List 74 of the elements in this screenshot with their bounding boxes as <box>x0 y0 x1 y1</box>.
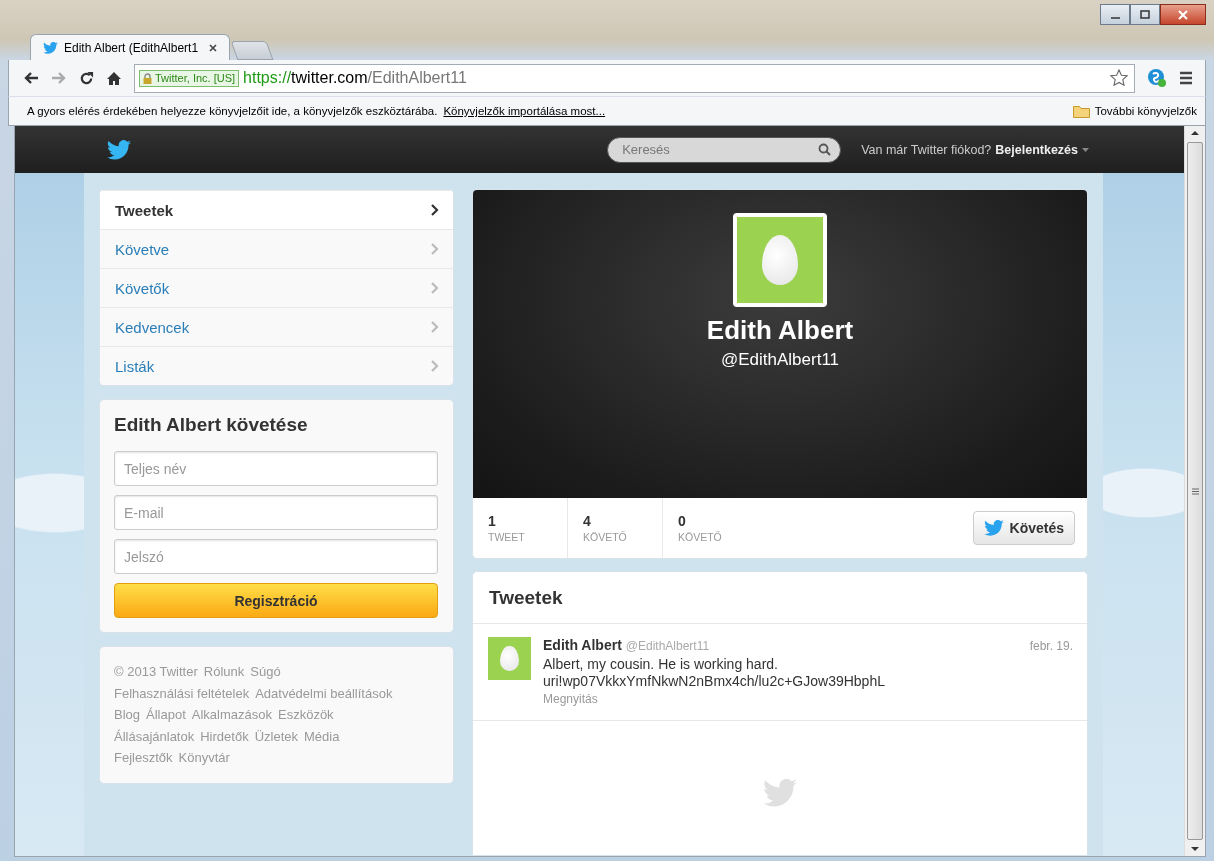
tab-title: Edith Albert (EdithAlbert1 <box>64 40 200 55</box>
menu-icon[interactable] <box>1179 71 1193 85</box>
footer-link[interactable]: Állásajánlatok <box>114 728 195 744</box>
minimize-button[interactable] <box>1100 4 1130 25</box>
footer-link[interactable]: Rólunk <box>203 664 245 679</box>
search-field[interactable]: Keresés <box>607 136 842 163</box>
address-bar[interactable]: Twitter, Inc. [US] https://twitter.com/EdithAlbert11 <box>134 63 1135 93</box>
lock-icon <box>143 72 152 84</box>
folder-icon <box>1072 104 1090 118</box>
bird-icon <box>983 520 1004 536</box>
bird-logo <box>107 139 131 160</box>
section-title: Tweetek <box>473 572 1087 624</box>
input-field[interactable]: E-mail <box>114 495 438 530</box>
footer-link[interactable]: Állapot <box>146 707 186 722</box>
tweet-handle[interactable]: @EdithAlbert11 <box>625 638 710 656</box>
close-icon <box>1177 9 1189 20</box>
nav-item[interactable]: Tweetek <box>100 190 453 229</box>
footer-link[interactable]: Könyvtár <box>178 750 230 765</box>
input-field[interactable]: Teljes név <box>114 451 438 486</box>
search-icon <box>818 142 832 156</box>
chevron-icon <box>431 204 439 216</box>
copyright-text: © 2013 Twitter <box>114 664 198 679</box>
footer-link[interactable]: Média <box>304 728 340 744</box>
import-link[interactable]: Könyvjelzők importálása most... <box>443 105 606 117</box>
footer-link[interactable]: Eszközök <box>278 707 334 722</box>
browser-tab[interactable]: Edith Albert (EdithAlbert1 <box>30 34 230 60</box>
profile-handle: @EdithAlbert11 <box>720 350 840 370</box>
close-icon[interactable] <box>209 43 217 52</box>
chevron-icon <box>431 243 439 255</box>
bookmarks-message: A gyors elérés érdekében helyezze könyvjelzőit ide, a könyvjelzők eszköztárába. <box>27 105 438 117</box>
open-link[interactable]: Megnyitás <box>543 690 1073 708</box>
avatar <box>488 637 531 680</box>
input-field[interactable]: Jelszó <box>114 539 438 574</box>
footer-link[interactable]: Fejlesztők <box>114 750 173 765</box>
secure-badge[interactable]: Twitter, Inc. [US] <box>139 69 240 87</box>
footer-link[interactable]: Felhasználási feltételek <box>114 685 250 701</box>
footer-link[interactable]: Blog <box>114 707 141 722</box>
nav-item[interactable]: Listák <box>100 346 453 385</box>
extension-icon[interactable] <box>1147 68 1167 88</box>
home-icon[interactable] <box>106 70 122 86</box>
bird-icon <box>43 41 58 54</box>
grip-icon <box>1191 487 1199 495</box>
stat-item[interactable]: 1 TWEET <box>473 498 568 558</box>
scrollbar[interactable] <box>1184 126 1205 856</box>
footer-link[interactable]: Üzletek <box>254 728 298 744</box>
tweet-author[interactable]: Edith Albert <box>543 637 622 655</box>
login-link[interactable]: Bejelentkezés <box>995 142 1078 157</box>
star-icon[interactable] <box>1110 69 1128 87</box>
tweet-text: Albert, my cousin. He is working hard. uri!wp07VkkxYmfNkwN2nBmx4ch/lu2c+GJow39HbphL <box>543 655 886 691</box>
profile-name: Edith Albert <box>706 315 854 346</box>
maximize-button[interactable] <box>1130 4 1160 25</box>
back-icon[interactable] <box>23 71 39 85</box>
maximize-icon <box>1139 9 1151 20</box>
follow-button[interactable]: Követés <box>972 511 1075 545</box>
footer-link[interactable]: Súgó <box>250 664 281 679</box>
minimize-icon <box>1110 16 1120 19</box>
tweet-date[interactable]: febr. 19. <box>1029 638 1073 656</box>
footer-link[interactable]: Alkalmazások <box>191 707 272 722</box>
signup-title: Edith Albert követése <box>114 414 309 436</box>
chevron-icon <box>431 321 439 333</box>
bookmark-folder[interactable]: További könyvjelzők <box>1072 104 1197 118</box>
stat-item[interactable]: 4 KÖVETŐ <box>568 498 663 558</box>
bird-icon <box>763 779 797 807</box>
footer-link[interactable]: Adatvédelmi beállítások <box>255 685 393 701</box>
login-prompt: Van már Twitter fiókod? <box>861 142 992 157</box>
caret-icon <box>1082 147 1089 152</box>
stat-item[interactable]: 0 KÖVETŐ <box>663 498 757 558</box>
close-button[interactable] <box>1160 4 1206 25</box>
register-button[interactable]: Regisztráció <box>114 583 438 618</box>
chevron-icon <box>431 360 439 372</box>
reload-icon[interactable] <box>79 70 94 86</box>
footer-link[interactable]: Hirdetők <box>200 728 249 744</box>
chevron-icon <box>431 282 439 294</box>
url-text: https://twitter.com/EdithAlbert11 <box>243 69 467 87</box>
